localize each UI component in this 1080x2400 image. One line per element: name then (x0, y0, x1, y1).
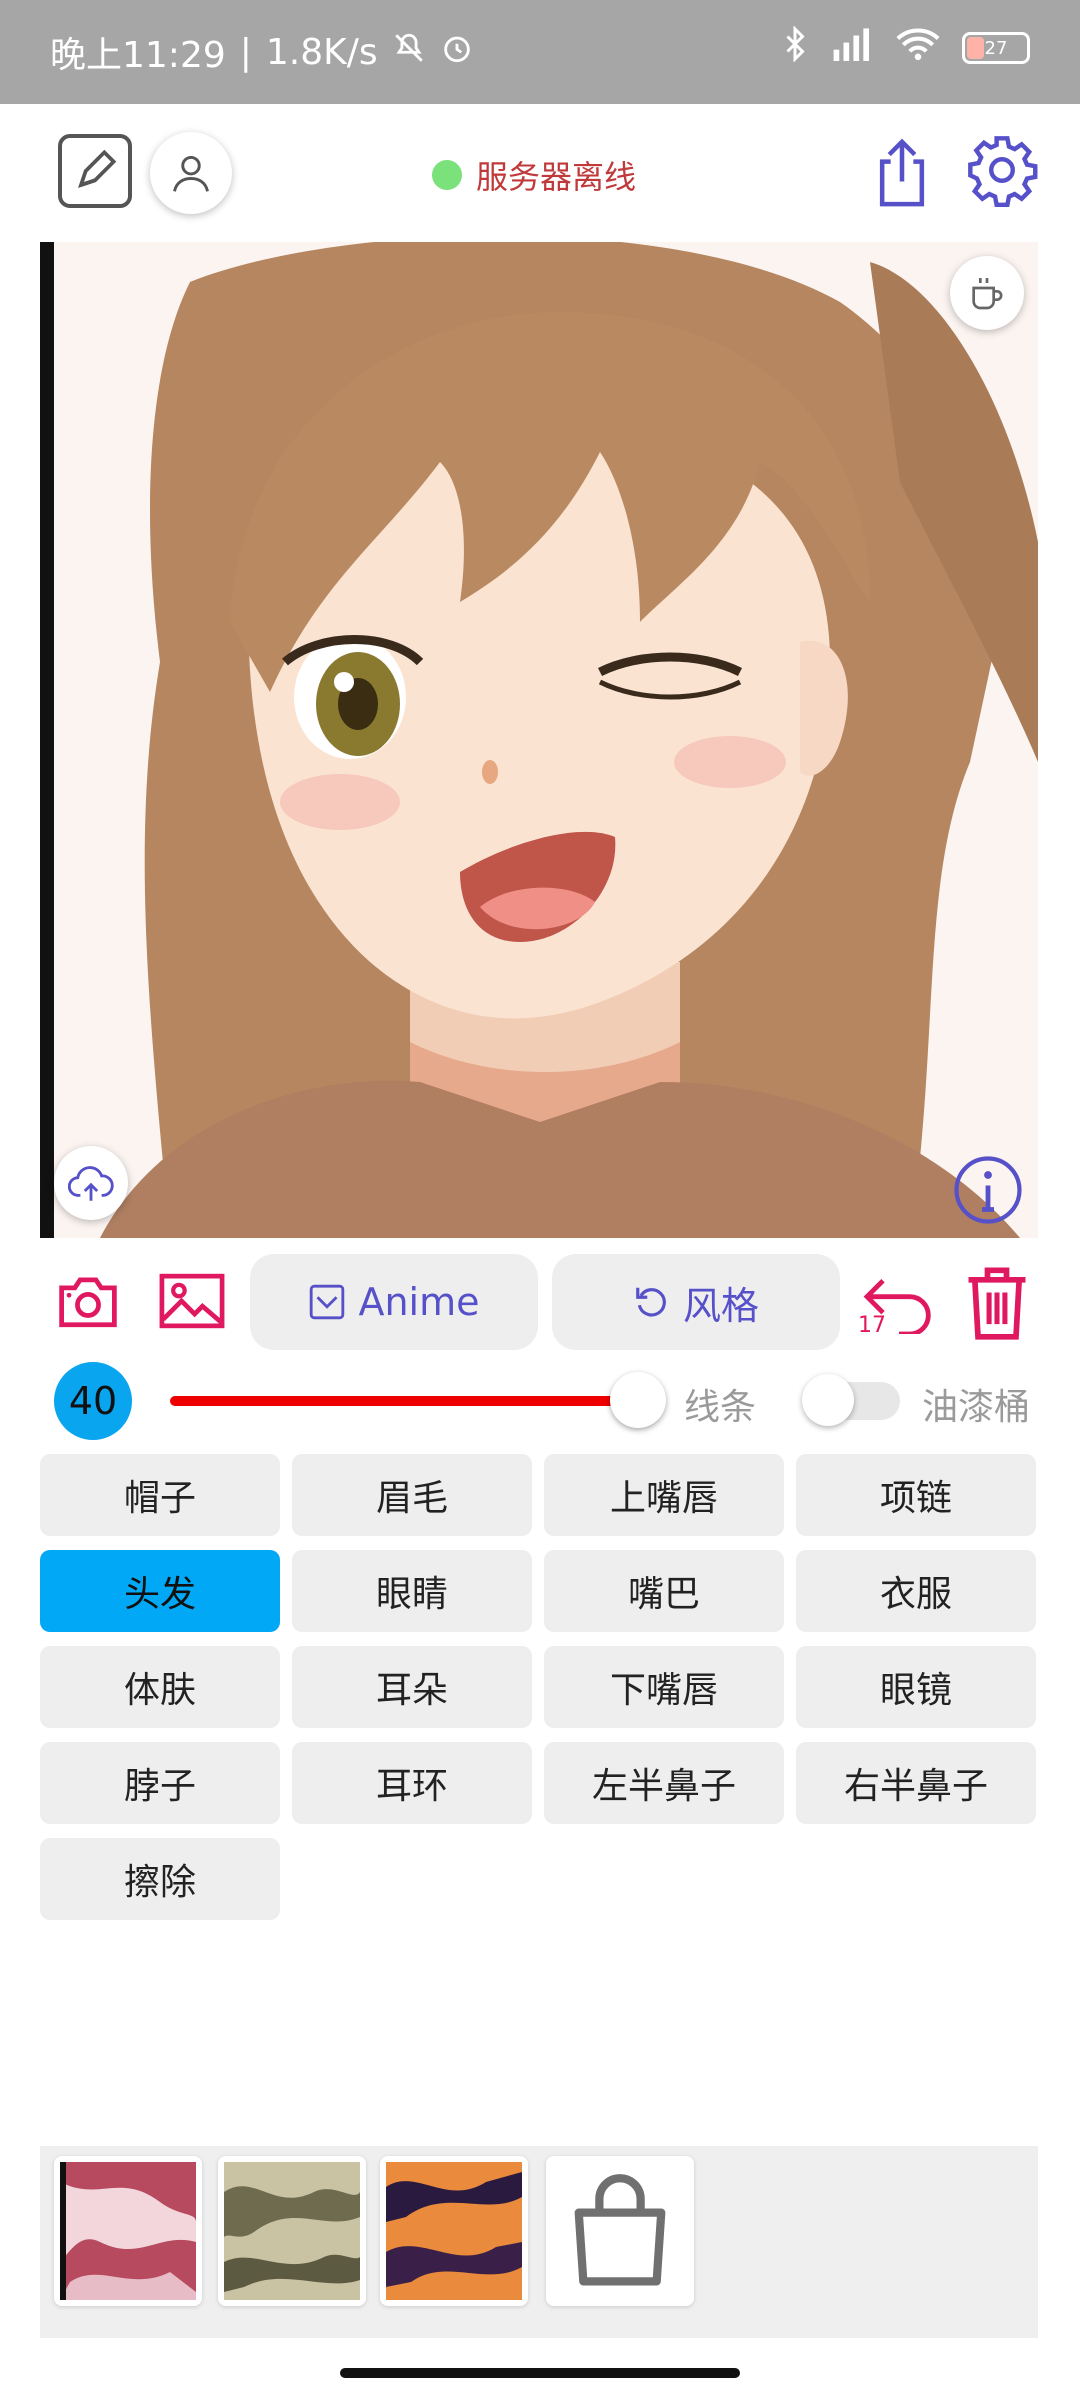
olive-texture-swatch (224, 2162, 360, 2300)
wifi-icon (896, 27, 940, 69)
part-button-hat[interactable]: 帽子 (40, 1454, 280, 1536)
gear-icon (968, 136, 1038, 208)
action-row: Anime 风格 17 (0, 1250, 1080, 1350)
undo-count: 17 (858, 1313, 886, 1338)
coffee-cup-icon (972, 278, 1003, 310)
user-icon (173, 155, 209, 192)
texture-swatch-olive[interactable] (218, 2156, 366, 2306)
texture-tray (40, 2146, 1038, 2338)
part-button-ears[interactable]: 耳朵 (292, 1646, 532, 1728)
upload-button[interactable] (54, 1146, 128, 1220)
orange-texture-swatch (386, 2162, 522, 2300)
alarm-icon (440, 31, 474, 74)
signal-icon (830, 27, 874, 69)
gesture-nav-bar[interactable] (340, 2368, 740, 2378)
part-button-right-nose[interactable]: 右半鼻子 (796, 1742, 1036, 1824)
part-button-skin[interactable]: 体肤 (40, 1646, 280, 1728)
status-time: 晚上11:29 (50, 35, 226, 76)
share-button[interactable] (866, 134, 938, 212)
part-button-lower-lip[interactable]: 下嘴唇 (544, 1646, 784, 1728)
paint-bucket-toggle[interactable] (802, 1374, 900, 1426)
style-button[interactable]: 风格 (552, 1254, 840, 1350)
pink-texture-swatch (60, 2162, 196, 2300)
camera-icon (59, 1277, 117, 1328)
part-button-left-nose[interactable]: 左半鼻子 (544, 1742, 784, 1824)
part-button-mouth[interactable]: 嘴巴 (544, 1550, 784, 1632)
info-button[interactable] (950, 1152, 1026, 1228)
brush-size-slider-thumb[interactable] (610, 1372, 666, 1428)
server-status-label: 服务器离线 (476, 158, 637, 196)
settings-button[interactable] (962, 130, 1042, 210)
paint-bucket-label: 油漆桶 (922, 1387, 1031, 1428)
battery-icon: 27 (962, 32, 1030, 64)
donate-button[interactable] (950, 256, 1024, 330)
network-speed: 1.8K/s (265, 31, 378, 73)
status-bar: 晚上11:29 | 1.8K/s 27 (0, 0, 1080, 104)
part-button-glasses[interactable]: 眼镜 (796, 1646, 1036, 1728)
info-icon (954, 1156, 1022, 1224)
part-button-erase[interactable]: 擦除 (40, 1838, 280, 1920)
part-button-eyebrows[interactable]: 眉毛 (292, 1454, 532, 1536)
anime-model-label: Anime (358, 1280, 480, 1324)
drawing-canvas[interactable] (40, 242, 1038, 1238)
checkbox-icon (310, 1284, 345, 1320)
anime-model-button[interactable]: Anime (250, 1254, 538, 1350)
camera-button[interactable] (56, 1272, 120, 1330)
cloud-upload-icon (68, 1166, 114, 1201)
refresh-icon (636, 1287, 666, 1317)
share-icon (879, 138, 925, 207)
edit-icon (78, 149, 117, 188)
battery-level: 27 (984, 37, 1008, 59)
status-left: 晚上11:29 | 1.8K/s (50, 26, 474, 78)
part-button-clothes[interactable]: 衣服 (796, 1550, 1036, 1632)
texture-swatch-pink[interactable] (54, 2156, 202, 2306)
trash-icon (968, 1267, 1026, 1340)
top-toolbar: 服务器离线 (0, 104, 1080, 240)
gallery-button[interactable] (158, 1272, 226, 1330)
profile-button[interactable] (150, 132, 232, 214)
bluetooth-icon (782, 25, 808, 70)
part-button-necklace[interactable]: 项链 (796, 1454, 1036, 1536)
part-button-upper-lip[interactable]: 上嘴唇 (544, 1454, 784, 1536)
part-selector-grid: 帽子 眉毛 上嘴唇 项链 头发 眼睛 嘴巴 衣服 体肤 耳朵 下嘴唇 眼镜 脖子… (40, 1454, 1038, 1920)
brush-controls: 40 线条 油漆桶 (0, 1360, 1080, 1440)
part-button-hair[interactable]: 头发 (40, 1550, 280, 1632)
status-right: 27 (782, 25, 1030, 70)
shopping-bag-icon (574, 2174, 666, 2286)
part-button-eyes[interactable]: 眼睛 (292, 1550, 532, 1632)
brush-size-slider[interactable] (170, 1396, 640, 1406)
lines-label: 线条 (684, 1387, 757, 1428)
part-button-neck[interactable]: 脖子 (40, 1742, 280, 1824)
delete-button[interactable] (962, 1264, 1032, 1340)
texture-swatch-orange[interactable] (380, 2156, 528, 2306)
anime-portrait (40, 242, 1038, 1238)
brush-size-badge: 40 (54, 1362, 132, 1440)
part-button-earrings[interactable]: 耳环 (292, 1742, 532, 1824)
texture-store-button[interactable] (546, 2156, 694, 2306)
server-status-dot (432, 160, 462, 190)
mute-icon (392, 31, 426, 74)
undo-button[interactable]: 17 (858, 1270, 940, 1340)
sketch-mode-button[interactable] (58, 134, 132, 208)
style-label: 风格 (682, 1283, 759, 1328)
image-icon (159, 1273, 225, 1329)
server-status: 服务器离线 (432, 152, 636, 198)
